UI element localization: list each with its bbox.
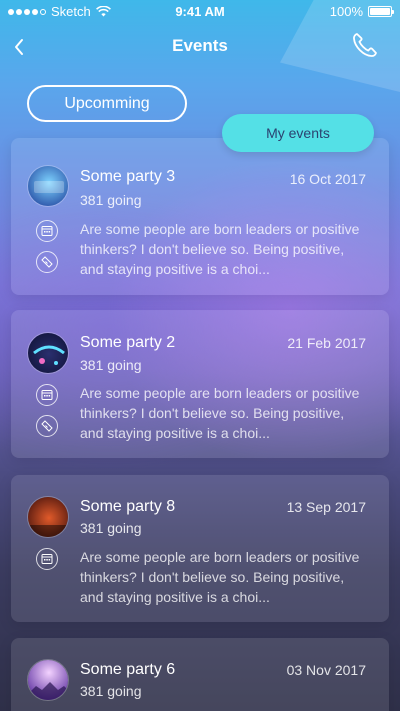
event-description: Are some people are born leaders or posi… [80, 549, 360, 605]
event-date: 16 Oct 2017 [289, 171, 366, 187]
ticket-icon[interactable] [36, 415, 58, 437]
event-description: Are some people are born leaders or posi… [80, 385, 360, 441]
battery-icon [368, 6, 394, 17]
event-going-count: 381 going [80, 192, 142, 208]
calendar-icon[interactable] [36, 384, 58, 406]
page-title: Events [172, 36, 228, 55]
tab-upcoming[interactable]: Upcomming [27, 85, 187, 122]
navigation-bar: Events [0, 24, 400, 68]
event-card[interactable]: Some party 8 13 Sep 2017 381 going Are s… [11, 475, 389, 622]
ticket-icon[interactable] [36, 251, 58, 273]
event-date: 13 Sep 2017 [286, 499, 366, 515]
event-avatar [27, 332, 69, 374]
event-going-count: 381 going [80, 683, 142, 699]
event-date: 03 Nov 2017 [286, 662, 366, 678]
calendar-icon[interactable] [36, 548, 58, 570]
event-title: Some party 2 [80, 334, 176, 351]
call-button[interactable] [348, 30, 380, 62]
event-going-count: 381 going [80, 357, 142, 373]
phone-icon [353, 33, 377, 57]
event-avatar [27, 165, 69, 207]
event-card[interactable]: Some party 2 21 Feb 2017 381 going Are s… [11, 310, 389, 458]
event-going-count: 381 going [80, 520, 142, 536]
event-description: Are some people are born leaders or posi… [80, 221, 360, 277]
event-card[interactable]: Some party 3 16 Oct 2017 381 going Are s… [11, 138, 389, 295]
calendar-icon[interactable] [36, 220, 58, 242]
event-avatar [27, 659, 69, 701]
event-title: Some party 8 [80, 498, 176, 515]
event-date: 21 Feb 2017 [287, 335, 366, 351]
event-avatar [27, 496, 69, 538]
tab-my-events[interactable]: My events [222, 114, 374, 152]
battery-percent: 100% [329, 4, 363, 19]
event-title: Some party 6 [80, 661, 176, 678]
status-bar: Sketch 9:41 AM 100% [0, 0, 400, 24]
event-card[interactable]: Some party 6 03 Nov 2017 381 going [11, 638, 389, 711]
event-title: Some party 3 [80, 168, 176, 185]
